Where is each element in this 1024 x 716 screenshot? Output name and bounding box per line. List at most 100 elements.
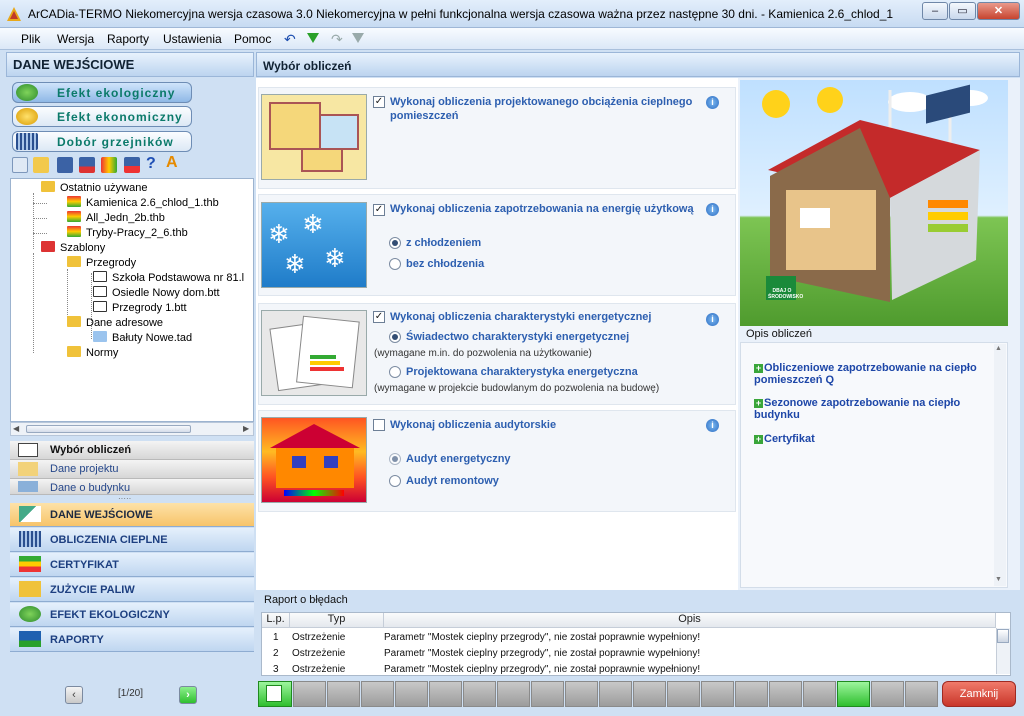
tree-scroll-thumb[interactable] — [26, 425, 191, 433]
scroll-up-icon[interactable]: ▲ — [995, 345, 1002, 352]
step-segment[interactable] — [735, 681, 768, 707]
info-icon[interactable]: i — [706, 419, 719, 432]
tree-file[interactable]: Bałuty Nowe.tad — [93, 331, 192, 344]
info-icon[interactable]: i — [706, 313, 719, 326]
efekt-ekologiczny-button[interactable]: Efekt ekologiczny — [12, 82, 192, 103]
step-segment[interactable] — [701, 681, 734, 707]
step-segment[interactable] — [599, 681, 632, 707]
step-segment[interactable] — [667, 681, 700, 707]
renovation-audit-radio[interactable] — [389, 475, 401, 487]
col-header-opis[interactable]: Opis — [384, 613, 996, 628]
description-scrollbar[interactable] — [994, 344, 1006, 586]
open-folder-icon[interactable] — [33, 157, 49, 173]
subnav-wybor-obliczen[interactable]: Wybór obliczeń — [10, 441, 254, 460]
tree-file[interactable]: Osiedle Nowy dom.btt — [93, 286, 220, 299]
info-icon[interactable]: i — [706, 96, 719, 109]
desc-link-seasonal-demand[interactable]: + Sezonowe zapotrzebowanie na ciepło budy… — [754, 397, 984, 421]
nav-zuzycie-paliw[interactable]: ZUŻYCIE PALIW — [10, 578, 254, 602]
step-segment[interactable] — [871, 681, 904, 707]
tree-file[interactable]: Kamienica 2.6_chlod_1.thb — [67, 196, 219, 209]
tree-file[interactable]: Tryby-Pracy_2_6.thb — [67, 226, 188, 239]
tree-address[interactable]: Dane adresowe — [67, 316, 163, 329]
heat-load-checkbox[interactable]: ✓ — [373, 96, 385, 108]
tree-file[interactable]: Przegrody 1.btt — [93, 301, 187, 314]
save-template-icon[interactable] — [79, 157, 95, 173]
energy-class-icon[interactable] — [101, 157, 117, 173]
redo-icon[interactable]: ↷ — [331, 31, 343, 48]
scroll-down-icon[interactable]: ▼ — [995, 576, 1002, 583]
tree-templates[interactable]: Szablony — [41, 241, 105, 254]
tree-file[interactable]: Szkoła Podstawowa nr 81.l — [93, 271, 244, 284]
dropdown-gray-icon[interactable] — [352, 33, 364, 43]
energy-demand-checkbox[interactable]: ✓ — [373, 204, 385, 216]
step-segment-highlight[interactable] — [837, 681, 870, 707]
dropdown-green-icon[interactable] — [307, 33, 319, 43]
info-icon[interactable]: i — [706, 203, 719, 216]
step-segment[interactable] — [803, 681, 836, 707]
report-scroll-thumb[interactable] — [997, 629, 1009, 643]
project-tree[interactable]: Ostatnio używane Kamienica 2.6_chlod_1.t… — [10, 178, 254, 422]
tree-partitions[interactable]: Przegrody — [67, 256, 136, 269]
step-segment[interactable] — [633, 681, 666, 707]
nav-efekt-ekologiczny[interactable]: EFEKT EKOLOGICZNY — [10, 603, 254, 627]
menu-raporty[interactable]: Raporty — [107, 32, 149, 46]
step-segment[interactable] — [361, 681, 394, 707]
energy-performance-checkbox[interactable]: ✓ — [373, 311, 385, 323]
radiator-icon — [19, 531, 41, 547]
nav-raporty[interactable]: RAPORTY — [10, 628, 254, 652]
scroll-right-icon[interactable]: ▶ — [243, 424, 249, 433]
step-segment[interactable] — [565, 681, 598, 707]
save-icon[interactable] — [57, 157, 73, 173]
tree-file[interactable]: All_Jedn_2b.thb — [67, 211, 165, 224]
close-button[interactable]: Zamknij — [942, 681, 1016, 707]
efekt-ekonomiczny-button[interactable]: Efekt ekonomiczny — [12, 106, 192, 127]
with-cooling-radio[interactable] — [389, 237, 401, 249]
projected-characteristic-radio[interactable] — [389, 366, 401, 378]
undo-icon[interactable]: ↶ — [284, 31, 296, 48]
step-segment[interactable] — [531, 681, 564, 707]
maximize-button[interactable]: ▭ — [949, 2, 976, 20]
step-segment[interactable] — [905, 681, 938, 707]
menu-pomoc[interactable]: Pomoc — [234, 32, 271, 46]
prev-page-button[interactable]: ‹ — [65, 686, 83, 704]
step-segment[interactable] — [293, 681, 326, 707]
svg-text:❄: ❄ — [268, 219, 290, 249]
step-segment[interactable] — [327, 681, 360, 707]
abc-icon[interactable]: A — [166, 154, 178, 172]
dobor-grzejnikow-button[interactable]: Dobór grzejników — [12, 131, 192, 152]
scroll-left-icon[interactable]: ◀ — [13, 424, 19, 433]
building-icon — [18, 481, 38, 492]
energy-audit-radio[interactable] — [389, 453, 401, 465]
step-segment[interactable] — [769, 681, 802, 707]
new-file-icon[interactable] — [12, 157, 28, 173]
menu-wersja[interactable]: Wersja — [57, 32, 94, 46]
nav-obliczenia-cieplne[interactable]: OBLICZENIA CIEPLNE — [10, 528, 254, 552]
minimize-button[interactable]: – — [922, 2, 948, 20]
help-icon[interactable]: ? — [146, 155, 156, 173]
splitter-grip[interactable]: ····· — [118, 494, 131, 503]
step-segment[interactable] — [463, 681, 496, 707]
subnav-dane-o-budynku[interactable]: Dane o budynku — [10, 479, 254, 495]
col-header-lp[interactable]: L.p. — [262, 613, 290, 628]
without-cooling-radio[interactable] — [389, 258, 401, 270]
desc-link-heat-demand[interactable]: + Obliczeniowe zapotrzebowanie na ciepło … — [754, 362, 984, 386]
tree-norms[interactable]: Normy — [67, 346, 118, 359]
tree-recent[interactable]: Ostatnio używane — [41, 181, 147, 194]
nav-dane-wejsciowe[interactable]: DANE WEJŚCIOWE — [10, 503, 254, 527]
certificate-radio[interactable] — [389, 331, 401, 343]
desc-link-certificate[interactable]: + Certyfikat — [754, 433, 984, 445]
close-window-button[interactable]: ✕ — [977, 2, 1020, 20]
btt-file-icon — [93, 286, 107, 297]
next-page-button[interactable]: › — [179, 686, 197, 704]
col-header-typ[interactable]: Typ — [290, 613, 384, 628]
menu-ustawienia[interactable]: Ustawienia — [163, 32, 222, 46]
step-segment[interactable] — [497, 681, 530, 707]
nav-certyfikat[interactable]: CERTYFIKAT — [10, 553, 254, 577]
menu-plik[interactable]: Plik — [21, 32, 40, 46]
subnav-dane-projektu[interactable]: Dane projektu — [10, 460, 254, 479]
step-segment[interactable] — [395, 681, 428, 707]
audit-checkbox[interactable] — [373, 419, 385, 431]
export-icon[interactable] — [124, 157, 140, 173]
row-type: Ostrzeżenie — [292, 632, 346, 643]
step-segment[interactable] — [429, 681, 462, 707]
